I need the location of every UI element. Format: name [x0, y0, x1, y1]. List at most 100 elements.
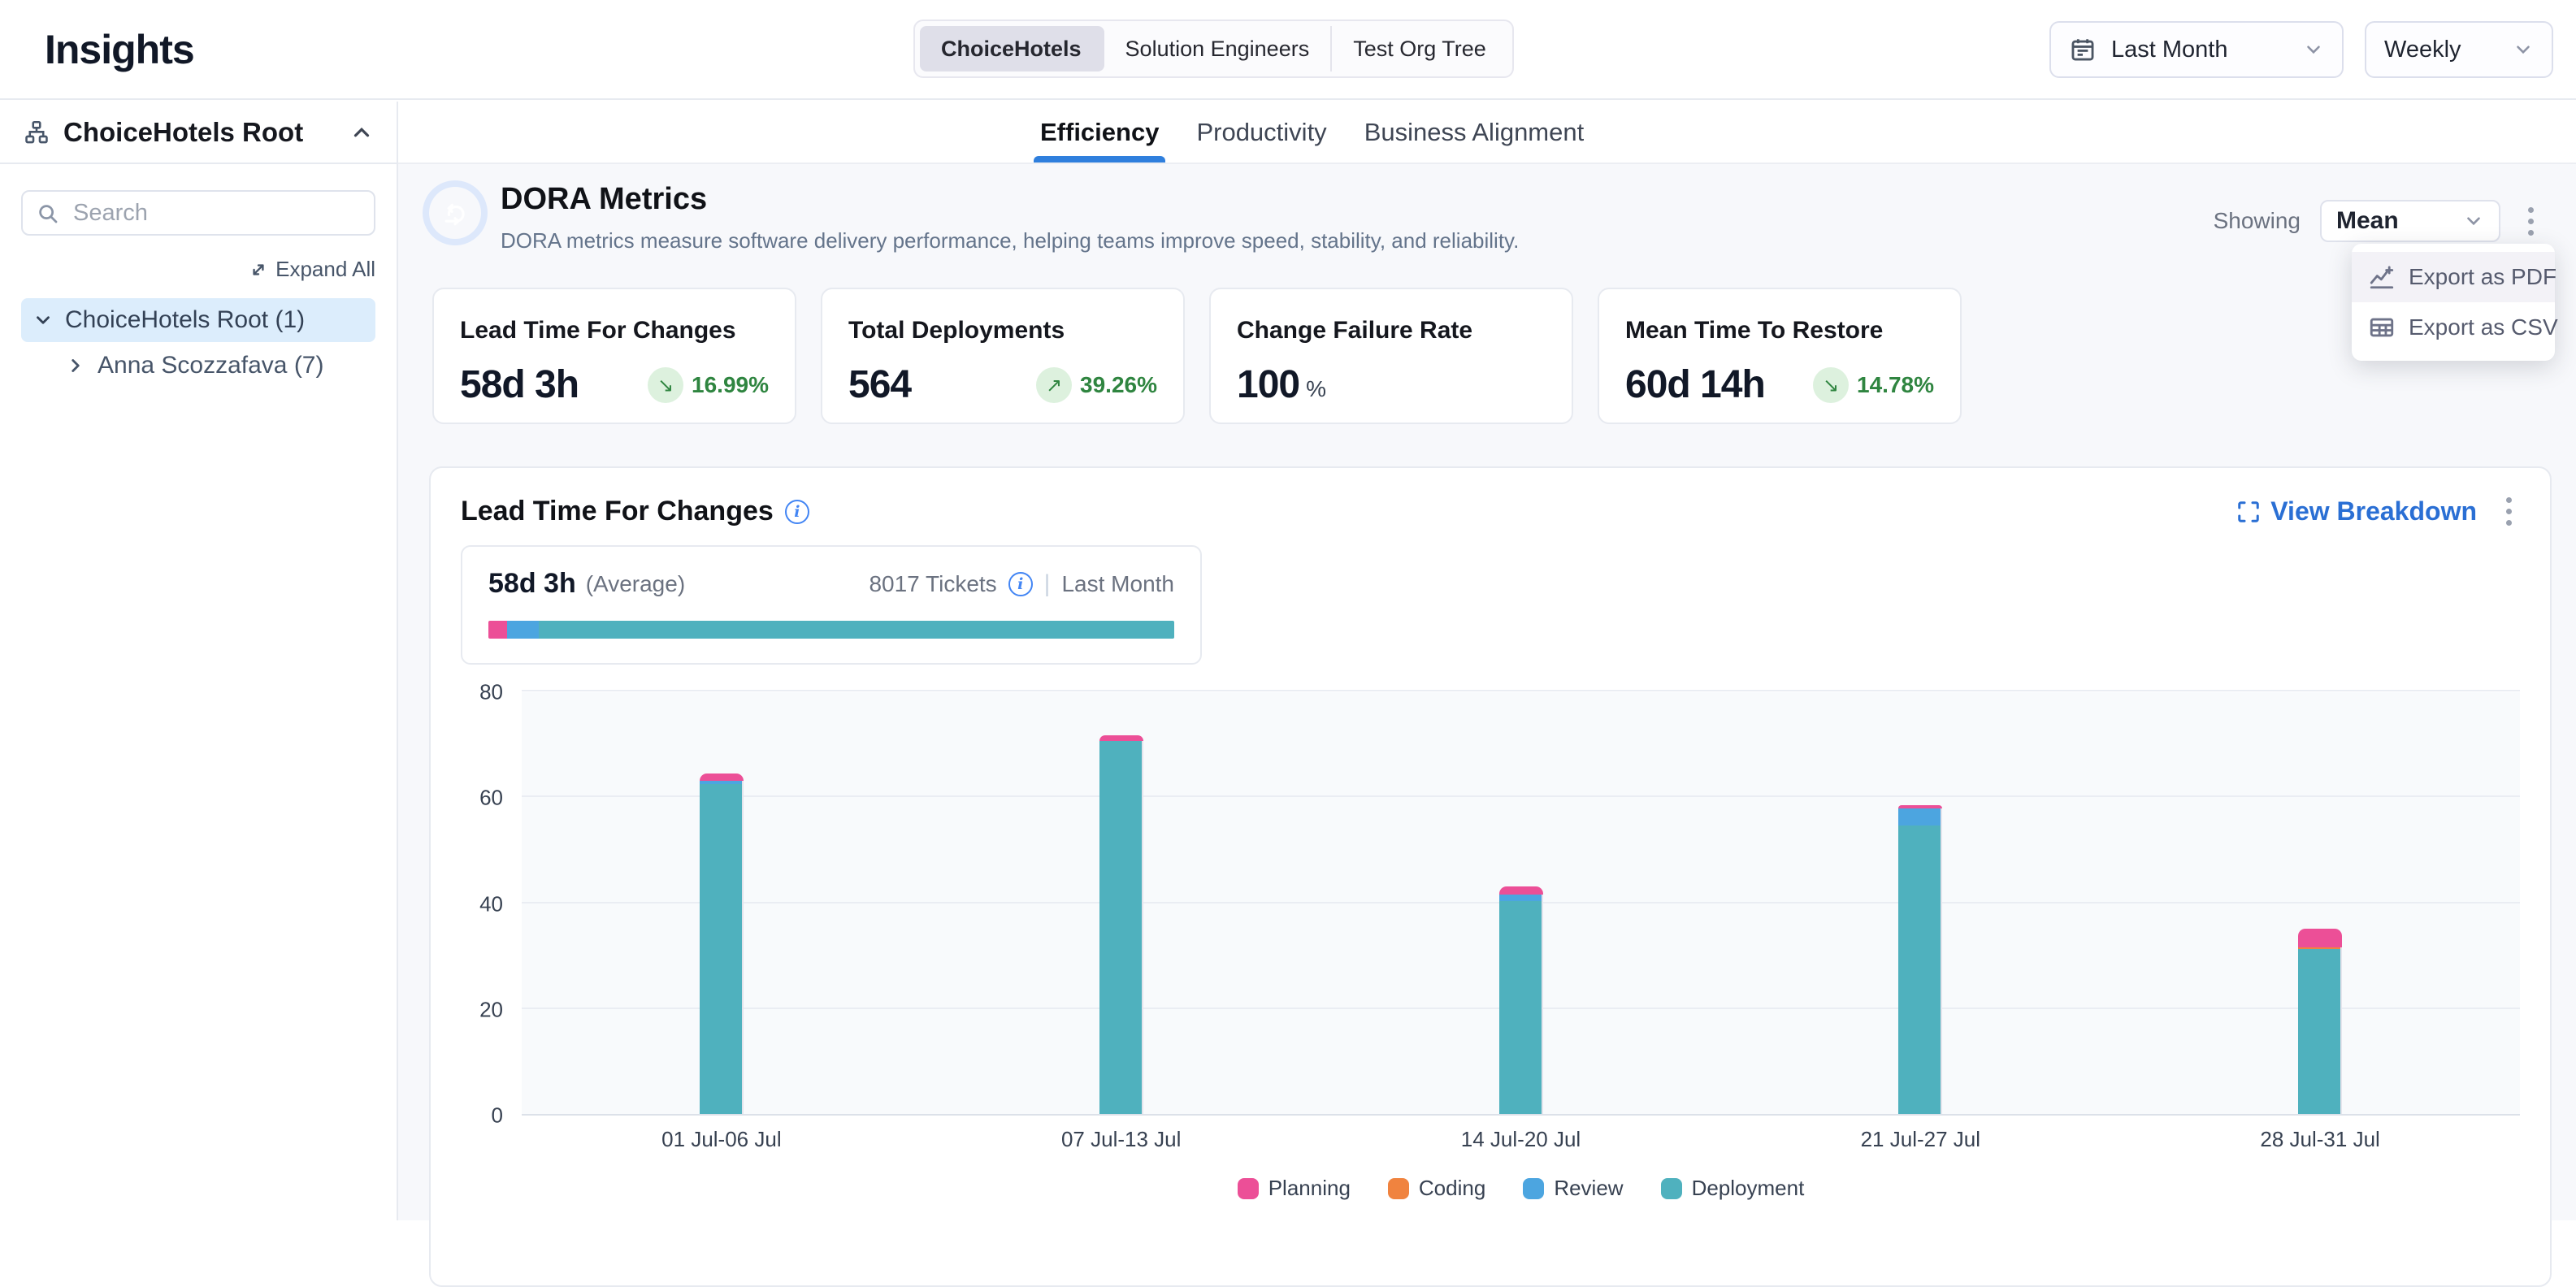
bar-segment-planning[interactable] [1499, 886, 1543, 895]
bar-segment-deployment[interactable] [700, 784, 744, 1114]
legend-swatch [1523, 1178, 1544, 1199]
y-axis-tick: 60 [479, 786, 503, 811]
x-axis-label: 28 Jul-31 Jul [2260, 1127, 2379, 1152]
chevron-up-icon[interactable] [349, 120, 374, 145]
metric-tab-bar: Efficiency Productivity Business Alignme… [398, 102, 2576, 164]
legend-item-deployment[interactable]: Deployment [1661, 1176, 1805, 1201]
metric-card-mean-time-to-restore: Mean Time To Restore 60d 14h ↘ 14.78% [1598, 288, 1962, 424]
chart-line-icon [2368, 263, 2396, 291]
legend-item-coding[interactable]: Coding [1388, 1176, 1485, 1201]
trend-badge: ↗ 39.26% [1036, 367, 1157, 403]
bar-segment-review[interactable] [1499, 895, 1543, 901]
date-range-select[interactable]: Last Month [2049, 21, 2344, 78]
bar-segment-deployment[interactable] [1499, 901, 1543, 1114]
bar-21 Jul-27 Jul[interactable] [1898, 805, 1942, 1114]
y-axis-tick: 40 [479, 891, 503, 916]
top-bar: Insights ChoiceHotels Solution Engineers… [0, 0, 2576, 100]
info-icon[interactable]: i [785, 500, 809, 524]
menu-item-export-pdf[interactable]: Export as PDF [2352, 252, 2555, 302]
metric-title: Mean Time To Restore [1625, 317, 1934, 344]
info-icon[interactable]: i [1008, 572, 1033, 596]
bar-segment-review[interactable] [1898, 808, 1942, 826]
legend-label: Coding [1419, 1176, 1485, 1201]
metric-unit: % [1306, 376, 1326, 402]
bar-segment-deployment[interactable] [1099, 741, 1143, 1114]
bar-segment-planning[interactable] [2298, 929, 2342, 947]
y-axis-tick: 0 [492, 1103, 503, 1129]
search-input[interactable] [21, 190, 375, 236]
period-label: Last Month [1061, 571, 1174, 597]
aggregation-select[interactable]: Mean [2320, 200, 2500, 242]
trend-arrow-icon: ↗ [1046, 374, 1062, 396]
trend-arrow-icon: ↘ [1823, 374, 1839, 396]
menu-item-export-csv[interactable]: Export as CSV [2352, 302, 2555, 353]
phase-summary-bar [488, 621, 1174, 639]
summary-bar-segment-planning [488, 621, 507, 639]
y-axis: 020406080 [461, 692, 511, 1116]
bar-segment-planning[interactable] [700, 774, 744, 781]
bar-28 Jul-31 Jul[interactable] [2298, 929, 2342, 1114]
export-menu: Export as PDF Export as CSV [2352, 244, 2555, 361]
legend-label: Review [1554, 1176, 1623, 1201]
legend-label: Deployment [1692, 1176, 1805, 1201]
dora-kebab-menu-button[interactable] [2520, 202, 2542, 240]
trend-arrow-icon: ↘ [657, 374, 674, 396]
average-value: 58d 3h [488, 568, 576, 600]
legend-item-planning[interactable]: Planning [1238, 1176, 1351, 1201]
org-tree-sidebar: ChoiceHotels Root Expand All ChoiceHotel… [0, 102, 398, 1220]
metric-card-lead-time: Lead Time For Changes 58d 3h ↘ 16.99% [432, 288, 796, 424]
menu-item-label: Export as PDF [2409, 264, 2556, 290]
chevron-down-icon[interactable] [33, 310, 54, 331]
chevron-right-icon[interactable] [65, 355, 86, 376]
tree-item-root[interactable]: ChoiceHotels Root (1) [21, 298, 375, 342]
sidebar-root-label: ChoiceHotels Root [63, 117, 303, 148]
chart-title: Lead Time For Changes [461, 496, 774, 527]
trend-delta: 14.78% [1857, 372, 1934, 398]
expand-all-label: Expand All [275, 257, 375, 282]
org-tree: ChoiceHotels Root (1) Anna Scozzafava (7… [21, 298, 375, 388]
granularity-select[interactable]: Weekly [2365, 21, 2553, 78]
bar-segment-deployment[interactable] [1898, 826, 1942, 1114]
legend-item-review[interactable]: Review [1523, 1176, 1623, 1201]
table-icon [2368, 314, 2396, 341]
y-axis-tick: 20 [479, 997, 503, 1022]
chevron-down-icon [2463, 210, 2484, 232]
trend-badge: ↘ 16.99% [648, 367, 769, 403]
org-tab-group: ChoiceHotels Solution Engineers Test Org… [913, 20, 1514, 78]
granularity-value: Weekly [2384, 37, 2461, 63]
metric-value: 100 [1237, 362, 1299, 407]
tab-business-alignment[interactable]: Business Alignment [1364, 102, 1585, 162]
metric-value: 564 [848, 362, 911, 407]
x-axis: 01 Jul-06 Jul07 Jul-13 Jul14 Jul-20 Jul2… [522, 1127, 2520, 1159]
view-breakdown-button[interactable]: View Breakdown [2236, 496, 2477, 526]
tree-item-anna-scozzafava[interactable]: Anna Scozzafava (7) [54, 344, 375, 388]
tab-productivity[interactable]: Productivity [1196, 102, 1326, 162]
expand-icon [248, 259, 269, 280]
bar-01 Jul-06 Jul[interactable] [700, 774, 744, 1114]
bar-segment-deployment[interactable] [2298, 949, 2342, 1114]
y-axis-tick: 80 [479, 680, 503, 705]
dora-metrics-section: DORA Metrics DORA metrics measure softwa… [398, 164, 2576, 1220]
legend-label: Planning [1268, 1176, 1351, 1201]
tab-efficiency[interactable]: Efficiency [1040, 102, 1159, 162]
chart-kebab-menu-button[interactable] [2498, 492, 2520, 531]
sidebar-header[interactable]: ChoiceHotels Root [0, 102, 397, 164]
chevron-down-icon [2303, 39, 2324, 60]
metric-value: 58d 3h [460, 362, 579, 407]
chart-legend: Planning Coding Review Deployment [522, 1176, 2520, 1201]
bar-07 Jul-13 Jul[interactable] [1099, 735, 1143, 1114]
org-tab-test-org-tree[interactable]: Test Org Tree [1332, 26, 1507, 72]
bar-14 Jul-20 Jul[interactable] [1499, 886, 1543, 1114]
metric-title: Change Failure Rate [1237, 317, 1546, 344]
org-tab-solution-engineers[interactable]: Solution Engineers [1104, 26, 1333, 72]
metric-title: Lead Time For Changes [460, 317, 769, 344]
expand-corners-icon [2236, 500, 2261, 524]
expand-all-button[interactable]: Expand All [0, 257, 375, 282]
x-axis-label: 01 Jul-06 Jul [661, 1127, 781, 1152]
org-tab-choicehotels[interactable]: ChoiceHotels [920, 26, 1104, 72]
summary-bar-segment-review [507, 621, 539, 639]
metric-title: Total Deployments [848, 317, 1157, 344]
metric-card-total-deployments: Total Deployments 564 ↗ 39.26% [821, 288, 1185, 424]
legend-swatch [1661, 1178, 1682, 1199]
x-axis-label: 07 Jul-13 Jul [1061, 1127, 1181, 1152]
